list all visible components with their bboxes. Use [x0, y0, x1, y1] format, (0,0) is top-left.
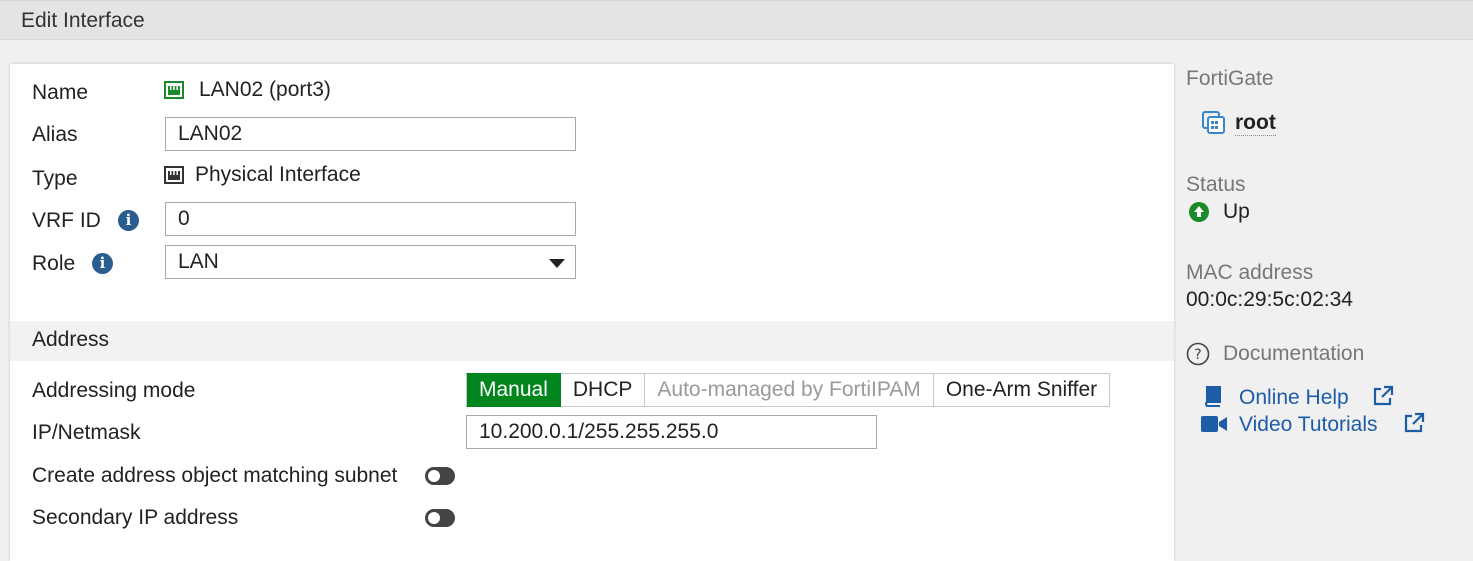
role-info-icon[interactable]: i	[92, 253, 113, 274]
create-address-object-toggle[interactable]	[425, 467, 455, 485]
vdom-icon	[1202, 111, 1225, 134]
fortigate-label: FortiGate	[1186, 67, 1274, 90]
mode-manual-button[interactable]: Manual	[466, 373, 561, 407]
question-circle-icon: ?	[1186, 342, 1210, 366]
address-section-header: Address	[10, 321, 1174, 361]
arrow-up-icon	[1189, 202, 1209, 222]
physical-port-icon	[164, 166, 184, 184]
port-icon	[164, 81, 184, 99]
svg-text:?: ?	[1194, 347, 1201, 363]
interface-name: LAN02 (port3)	[199, 78, 331, 101]
secondary-ip-label: Secondary IP address	[32, 506, 239, 529]
title-bar: Edit Interface	[0, 0, 1473, 40]
secondary-ip-toggle[interactable]	[425, 509, 455, 527]
mac-address-label: MAC address	[1186, 261, 1314, 284]
external-link-icon[interactable]	[1372, 385, 1394, 407]
vdom-root[interactable]: root	[1235, 111, 1276, 136]
addressing-mode-selector: Manual DHCP Auto-managed by FortiIPAM On…	[466, 373, 1111, 407]
video-camera-icon	[1201, 416, 1227, 432]
mode-fortiipam-button: Auto-managed by FortiIPAM	[645, 373, 934, 407]
status-label: Status	[1186, 173, 1246, 196]
mode-one-arm-sniffer-button[interactable]: One-Arm Sniffer	[933, 373, 1111, 407]
vrf-label: VRF ID	[32, 209, 101, 232]
video-tutorials-link[interactable]: Video Tutorials	[1239, 413, 1378, 437]
chevron-down-icon	[549, 259, 565, 268]
external-link-icon[interactable]	[1403, 412, 1425, 434]
name-label: Name	[32, 81, 89, 104]
role-select[interactable]: LAN	[165, 245, 576, 279]
vrf-info-icon[interactable]: i	[118, 210, 139, 231]
ip-netmask-label: IP/Netmask	[32, 421, 141, 444]
create-address-object-label: Create address object matching subnet	[32, 464, 398, 487]
role-label: Role	[32, 252, 76, 275]
form-panel: Name LAN02 (port3) Alias LAN02 Type Phys…	[10, 64, 1174, 561]
addressing-mode-label: Addressing mode	[32, 379, 196, 402]
book-icon	[1204, 386, 1221, 407]
alias-input[interactable]: LAN02	[165, 117, 576, 151]
type-value: Physical Interface	[195, 163, 361, 186]
type-label: Type	[32, 167, 78, 190]
vrf-input[interactable]: 0	[165, 202, 576, 236]
ip-netmask-input[interactable]: 10.200.0.1/255.255.255.0	[466, 415, 877, 449]
address-section-title: Address	[32, 328, 110, 351]
alias-label: Alias	[32, 123, 78, 146]
documentation-label: Documentation	[1223, 342, 1365, 365]
mac-address-value: 00:0c:29:5c:02:34	[1186, 288, 1353, 311]
mode-dhcp-button[interactable]: DHCP	[560, 373, 646, 407]
online-help-link[interactable]: Online Help	[1239, 386, 1349, 410]
page-title: Edit Interface	[21, 9, 145, 32]
status-value: Up	[1223, 200, 1250, 223]
role-selected-value: LAN	[178, 250, 219, 273]
